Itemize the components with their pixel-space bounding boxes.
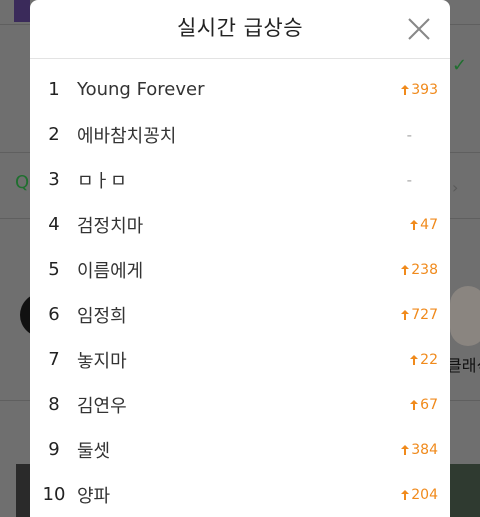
background-chevron-icon: › [452, 178, 459, 197]
trending-keyword: 둘셋 [77, 440, 111, 462]
rank-change: 238 [398, 262, 438, 278]
rank-number: 2 [48, 124, 60, 145]
modal-header: 실시간 급상승 [30, 0, 450, 59]
trending-item[interactable]: 5 이름에게 238 [30, 247, 450, 292]
rank-number: 4 [48, 214, 60, 235]
rank-change-value: - [406, 170, 412, 189]
realtime-trending-modal: 실시간 급상승 1 Young Forever 393 2 에바참치꽁치 - 3 ㅁㅏㅁ - 4 검… [30, 0, 450, 517]
trending-keyword: 양파 [77, 485, 111, 507]
arrow-up-icon [410, 219, 419, 230]
arrow-up-icon [401, 489, 410, 500]
arrow-up-icon [401, 264, 410, 275]
close-button[interactable] [404, 14, 434, 44]
close-icon [408, 18, 430, 40]
background-media-thumb [16, 464, 30, 517]
trending-keyword: 김연우 [77, 395, 127, 417]
rank-number: 3 [48, 169, 60, 190]
rank-number: 10 [42, 484, 66, 505]
trending-keyword: Young Forever [77, 79, 205, 100]
trending-item[interactable]: 8 김연우 67 [30, 382, 450, 427]
rank-change: 67 [398, 397, 438, 413]
rank-number: 8 [48, 394, 60, 415]
rank-change: 22 [398, 352, 438, 368]
trending-item[interactable]: 7 놓지마 22 [30, 337, 450, 382]
rank-number: 9 [48, 439, 60, 460]
background-banner-thumb [14, 0, 30, 22]
trending-item[interactable]: 1 Young Forever 393 [30, 67, 450, 112]
rank-change-value: 384 [411, 441, 438, 458]
rank-number: 5 [48, 259, 60, 280]
trending-item[interactable]: 6 임정희 727 [30, 292, 450, 337]
rank-change: 727 [398, 307, 438, 323]
arrow-up-icon [401, 84, 410, 95]
trending-keyword: 놓지마 [77, 350, 127, 372]
rank-change-value: 67 [420, 396, 438, 413]
rank-number: 1 [48, 79, 60, 100]
rank-change-value: 238 [411, 261, 438, 278]
modal-title: 실시간 급상승 [176, 16, 304, 40]
trending-list: 1 Young Forever 393 2 에바참치꽁치 - 3 ㅁㅏㅁ - 4 검정치마 47 5 이름… [30, 67, 450, 517]
trending-keyword: 검정치마 [77, 215, 144, 237]
trending-keyword: 이름에게 [77, 260, 144, 282]
arrow-up-icon [410, 354, 419, 365]
rank-change-value: 204 [411, 486, 438, 503]
rank-change-value: 22 [420, 351, 438, 368]
rank-change-value: 47 [420, 216, 438, 233]
rank-number: 7 [48, 349, 60, 370]
trending-item[interactable]: 10 양파 204 [30, 472, 450, 517]
background-accent-icon: ✓ [452, 55, 468, 76]
background-media-thumb [450, 464, 480, 517]
background-thumbnail [450, 286, 480, 346]
arrow-up-icon [401, 444, 410, 455]
rank-change: 393 [398, 82, 438, 98]
trending-keyword: 임정희 [77, 305, 127, 327]
rank-change-value: 393 [411, 81, 438, 98]
background-search-icon: Q [15, 172, 30, 193]
arrow-up-icon [410, 399, 419, 410]
rank-change: - [407, 171, 412, 189]
rank-change: 384 [398, 442, 438, 458]
background-label: 클래식 [447, 356, 480, 375]
trending-item[interactable]: 9 둘셋 384 [30, 427, 450, 472]
rank-number: 6 [48, 304, 60, 325]
rank-change: 204 [398, 487, 438, 503]
rank-change: - [407, 126, 412, 144]
trending-item[interactable]: 4 검정치마 47 [30, 202, 450, 247]
rank-change-value: - [406, 125, 412, 144]
trending-keyword: 에바참치꽁치 [77, 125, 177, 147]
trending-item[interactable]: 2 에바참치꽁치 - [30, 112, 450, 157]
trending-keyword: ㅁㅏㅁ [77, 170, 127, 192]
rank-change-value: 727 [411, 306, 438, 323]
trending-item[interactable]: 3 ㅁㅏㅁ - [30, 157, 450, 202]
arrow-up-icon [401, 309, 410, 320]
rank-change: 47 [398, 217, 438, 233]
